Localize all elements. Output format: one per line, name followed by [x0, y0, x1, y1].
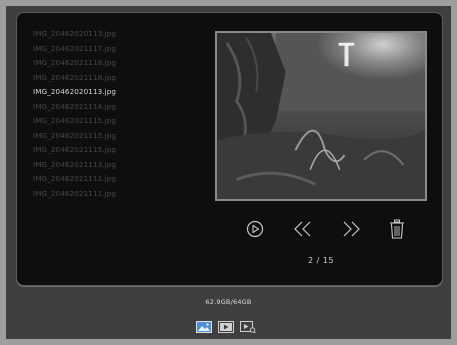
- play-button[interactable]: [241, 215, 269, 243]
- storage-usage: 62.9GB/64GB: [205, 298, 252, 306]
- video-playback-mode-icon: [240, 320, 256, 333]
- next-button[interactable]: [337, 215, 365, 243]
- file-list-item[interactable]: IMG_20462021115.jpg: [33, 114, 203, 129]
- play-circle-icon: [246, 220, 264, 238]
- file-list-item[interactable]: IMG_20462021118.jpg: [33, 71, 203, 86]
- file-list-item[interactable]: IMG_20462020113.jpg: [33, 27, 203, 42]
- gallery-panel: IMG_20462020113.jpg IMG_20462021117.jpg IM…: [16, 12, 443, 286]
- file-list-item[interactable]: IMG_20462021113.jpg: [33, 158, 203, 173]
- mode-switcher: [196, 320, 256, 334]
- photo-mode-button[interactable]: [196, 320, 212, 333]
- file-list-item[interactable]: IMG_20462021114.jpg: [33, 100, 203, 115]
- double-chevron-right-icon: [343, 221, 360, 237]
- file-list-item[interactable]: IMG_20462021115.jpg: [33, 143, 203, 158]
- double-chevron-left-icon: [294, 221, 311, 237]
- delete-button[interactable]: [383, 215, 411, 243]
- video-mode-button[interactable]: [218, 320, 234, 333]
- image-counter: 2 / 15: [307, 256, 335, 265]
- video-playback-mode-button[interactable]: [240, 320, 256, 333]
- photo-mode-icon: [196, 320, 212, 333]
- file-list: IMG_20462020113.jpg IMG_20462021117.jpg IM…: [33, 27, 203, 201]
- image-preview: [215, 31, 427, 201]
- file-list-item[interactable]: IMG_20462021111.jpg: [33, 187, 203, 202]
- file-list-item[interactable]: IMG_20462021111.jpg: [33, 172, 203, 187]
- trash-icon: [390, 219, 404, 239]
- file-list-item[interactable]: IMG_20462021118.jpg: [33, 56, 203, 71]
- file-list-item[interactable]: IMG_20462021117.jpg: [33, 42, 203, 57]
- playback-controls: [241, 215, 411, 243]
- file-list-item[interactable]: IMG_20462020113.jpg: [33, 85, 203, 100]
- screen: IMG_20462020113.jpg IMG_20462021117.jpg IM…: [6, 6, 451, 339]
- video-mode-icon: [218, 320, 234, 333]
- file-list-item[interactable]: IMG_20462021115.jpg: [33, 129, 203, 144]
- previous-button[interactable]: [289, 215, 317, 243]
- preview-photo: [217, 33, 425, 199]
